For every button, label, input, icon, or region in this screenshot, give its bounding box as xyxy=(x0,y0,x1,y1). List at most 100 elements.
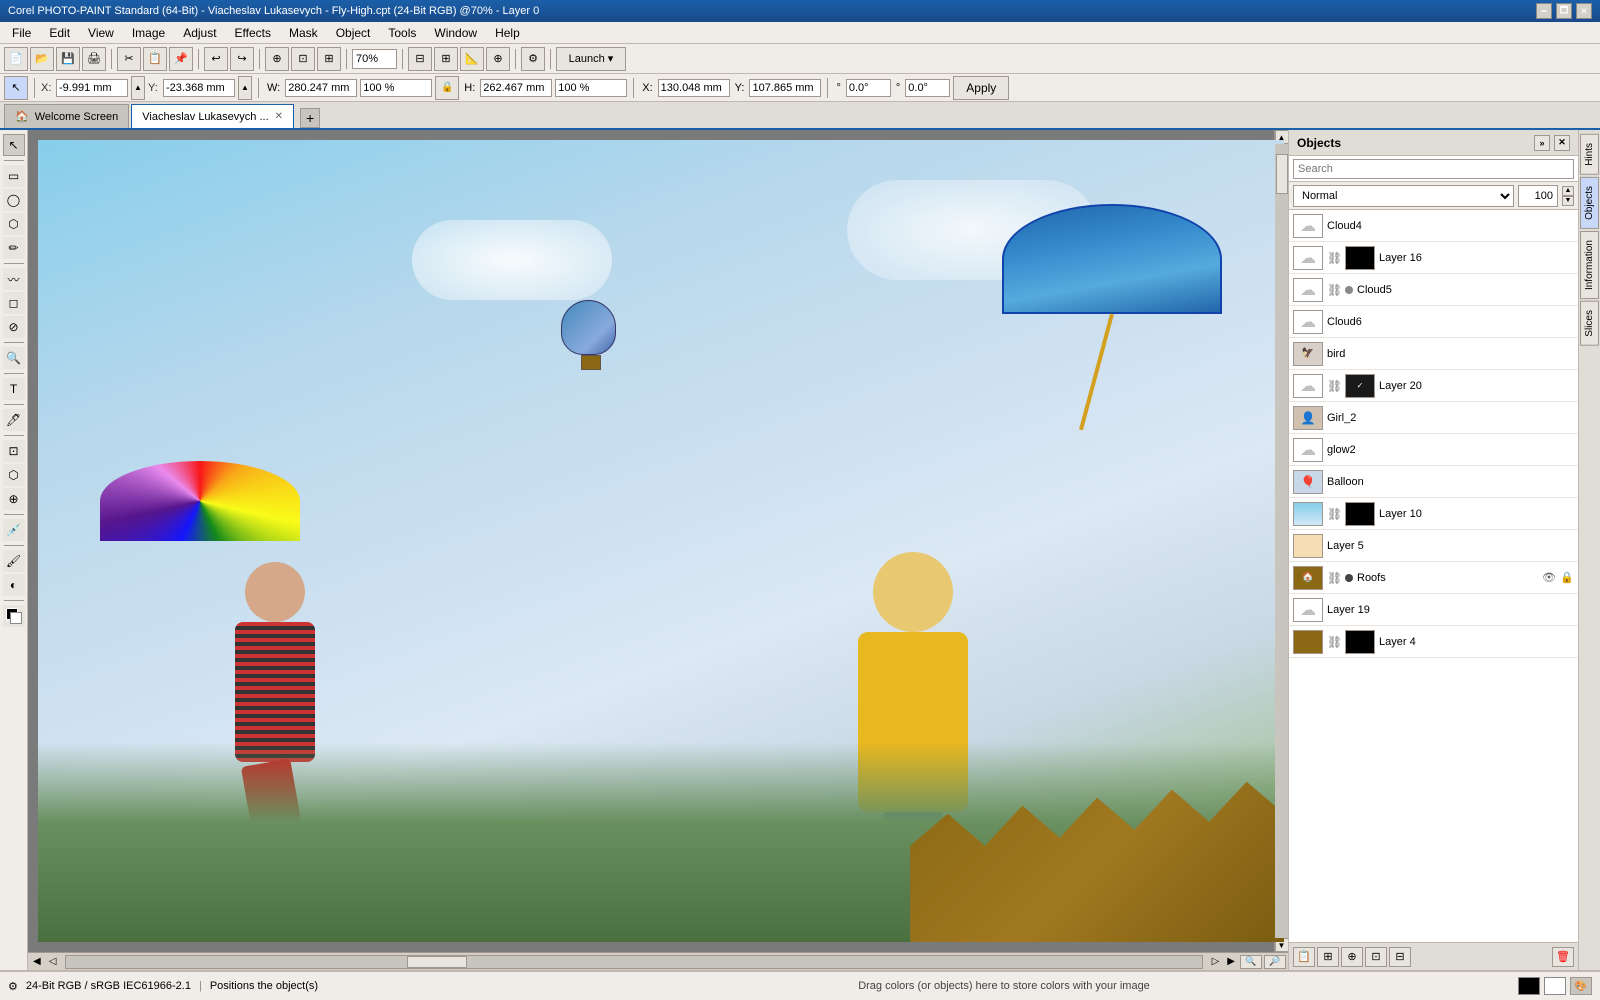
fill-tool[interactable]: ⬡ xyxy=(3,464,25,486)
tab-document[interactable]: Viacheslav Lukasevych ... ✕ xyxy=(131,104,294,128)
scroll-right-button[interactable]: ▶ xyxy=(1224,956,1238,967)
layer-row-5[interactable]: Layer 5 xyxy=(1289,530,1578,562)
layer-lock-roofs[interactable]: 🔒 xyxy=(1560,571,1574,584)
menu-object[interactable]: Object xyxy=(328,24,379,42)
maximize-button[interactable]: 🗖 xyxy=(1556,3,1572,19)
menu-mask[interactable]: Mask xyxy=(281,24,326,42)
scroll-left-button[interactable]: ◀ xyxy=(30,956,44,967)
layer-row-16[interactable]: ⛓ Layer 16 xyxy=(1289,242,1578,274)
blend-mode-select[interactable]: Normal Multiply Screen Overlay xyxy=(1293,185,1514,207)
hscroll-thumb[interactable] xyxy=(407,956,467,968)
snap-button[interactable]: ⊟ xyxy=(408,47,432,71)
layer-row-10[interactable]: ⛓ Layer 10 xyxy=(1289,498,1578,530)
select-tool-active[interactable]: ↖ xyxy=(4,76,28,100)
redo-button[interactable]: ↪ xyxy=(230,47,254,71)
paste-button[interactable]: 📌 xyxy=(169,47,193,71)
h-pct-input[interactable] xyxy=(555,79,627,97)
angle2-input[interactable] xyxy=(905,79,950,97)
scroll-track[interactable] xyxy=(1275,144,1289,938)
w-input[interactable] xyxy=(285,79,357,97)
layer-eye-roofs[interactable]: 👁 xyxy=(1542,571,1556,584)
zoom-input[interactable] xyxy=(352,49,397,69)
objects-search-input[interactable] xyxy=(1293,159,1574,179)
next-page-button[interactable]: ▷ xyxy=(1209,956,1223,967)
menu-window[interactable]: Window xyxy=(426,24,485,42)
layer-row-cloud5[interactable]: ⛓ Cloud5 xyxy=(1289,274,1578,306)
angle1-input[interactable] xyxy=(846,79,891,97)
dodge-tool[interactable]: ◐ xyxy=(3,574,25,596)
settings-icon[interactable]: ⚙ xyxy=(8,980,18,993)
menu-help[interactable]: Help xyxy=(487,24,528,42)
opacity-up-button[interactable]: ▲ xyxy=(1562,186,1574,196)
layer-row-cloud4[interactable]: Cloud4 xyxy=(1289,210,1578,242)
paint-tool[interactable]: 🖌 xyxy=(3,550,25,572)
fit-button[interactable]: ⊞ xyxy=(317,47,341,71)
obj-btn-5[interactable]: ⊟ xyxy=(1389,947,1411,967)
crop-tool[interactable]: ⊡ xyxy=(3,440,25,462)
menu-image[interactable]: Image xyxy=(124,24,173,42)
x-input[interactable] xyxy=(56,79,128,97)
save-button[interactable]: 💾 xyxy=(56,47,80,71)
crop-button[interactable]: ⊡ xyxy=(291,47,315,71)
opacity-input[interactable] xyxy=(1518,185,1558,207)
layer-row-girl2[interactable]: Girl_2 xyxy=(1289,402,1578,434)
fg-color-swatch[interactable] xyxy=(1518,977,1540,995)
delete-layer-button[interactable]: 🗑 xyxy=(1552,947,1574,967)
grid-button[interactable]: ⊞ xyxy=(434,47,458,71)
text-tool[interactable]: T xyxy=(3,378,25,400)
pick-tool[interactable]: ↖ xyxy=(3,134,25,156)
path-tool[interactable]: ✏ xyxy=(3,237,25,259)
prev-page-button[interactable]: ◁ xyxy=(46,956,60,967)
fg-bg-color[interactable] xyxy=(3,605,25,627)
merge-button[interactable]: ⊕ xyxy=(1341,947,1363,967)
h-input[interactable] xyxy=(480,79,552,97)
opacity-down-button[interactable]: ▼ xyxy=(1562,196,1574,206)
layer-row-4[interactable]: ⛓ Layer 4 xyxy=(1289,626,1578,658)
freehand-tool[interactable]: 〰 xyxy=(3,268,25,290)
close-button[interactable]: ✕ xyxy=(1576,3,1592,19)
panel-close-button[interactable]: ✕ xyxy=(1554,135,1570,151)
y-input[interactable] xyxy=(163,79,235,97)
layer-row-bird[interactable]: bird xyxy=(1289,338,1578,370)
layer-row-roofs[interactable]: ⛓ Roofs 👁 🔒 xyxy=(1289,562,1578,594)
smear-tool[interactable]: ⊘ xyxy=(3,316,25,338)
layer-row-20[interactable]: ⛓ ✓ Layer 20 xyxy=(1289,370,1578,402)
canvas-content[interactable] xyxy=(38,140,1284,942)
menu-effects[interactable]: Effects xyxy=(227,24,279,42)
group-layers-button[interactable]: ⊞ xyxy=(1317,947,1339,967)
options-button[interactable]: ⚙ xyxy=(521,47,545,71)
tab-home[interactable]: 🏠 Welcome Screen xyxy=(4,104,129,128)
hscroll-track[interactable] xyxy=(65,955,1202,969)
transform-button[interactable]: ⊕ xyxy=(265,47,289,71)
eraser-tool[interactable]: ◻ xyxy=(3,292,25,314)
x2-input[interactable] xyxy=(658,79,730,97)
layer-row-balloon[interactable]: Balloon xyxy=(1289,466,1578,498)
y2-input[interactable] xyxy=(749,79,821,97)
menu-file[interactable]: File xyxy=(4,24,39,42)
zoom-tool[interactable]: 🔍 xyxy=(3,347,25,369)
guidelines-button[interactable]: ⊕ xyxy=(486,47,510,71)
cut-button[interactable]: ✂ xyxy=(117,47,141,71)
information-tab[interactable]: Information xyxy=(1580,231,1599,299)
polygon-tool[interactable]: ⬡ xyxy=(3,213,25,235)
layer-row-cloud6[interactable]: Cloud6 xyxy=(1289,306,1578,338)
zoom-out-button[interactable]: 🔍 xyxy=(1240,955,1262,969)
menu-adjust[interactable]: Adjust xyxy=(175,24,224,42)
apply-button[interactable]: Apply xyxy=(953,76,1009,100)
open-button[interactable]: 📂 xyxy=(30,47,54,71)
scroll-thumb[interactable] xyxy=(1276,154,1288,194)
menu-edit[interactable]: Edit xyxy=(41,24,78,42)
blend-tool[interactable]: ⊕ xyxy=(3,488,25,510)
menu-view[interactable]: View xyxy=(80,24,122,42)
hints-tab[interactable]: Hints xyxy=(1580,134,1599,175)
ruler-button[interactable]: 📐 xyxy=(460,47,484,71)
print-button[interactable]: 🖨 xyxy=(82,47,106,71)
menu-tools[interactable]: Tools xyxy=(380,24,424,42)
minimize-button[interactable]: 🗕 xyxy=(1536,3,1552,19)
canvas-area[interactable]: ▲ ▼ ◀ ◁ ▷ ▶ 🔍 🔎 xyxy=(28,130,1288,970)
eyedropper-tool[interactable]: 💉 xyxy=(3,519,25,541)
bg-color-swatch[interactable] xyxy=(1544,977,1566,995)
new-layer-button[interactable]: 📋 xyxy=(1293,947,1315,967)
x-spinup[interactable]: ▲ xyxy=(131,76,145,100)
pen-tool[interactable]: 🖊 xyxy=(3,409,25,431)
